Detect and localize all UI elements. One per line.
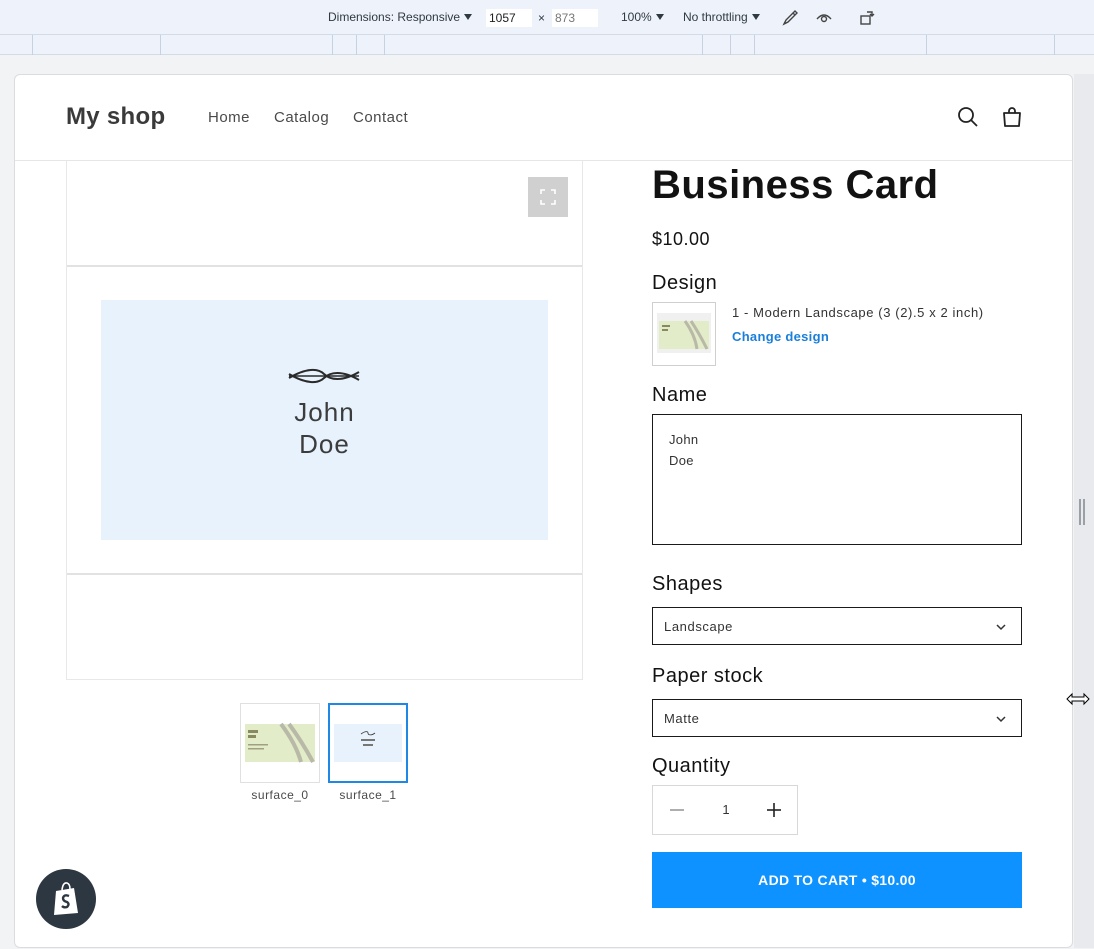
devtools-toolbar: Dimensions: Responsive × 100% No throttl…	[0, 0, 1094, 35]
name-line-1: John	[669, 432, 699, 447]
zoom-label: 100%	[621, 10, 652, 24]
card-line-1: John	[294, 397, 355, 427]
add-to-cart-button[interactable]: ADD TO CART • $10.00	[652, 852, 1022, 908]
plus-icon	[767, 803, 781, 817]
cart-icon[interactable]	[1000, 105, 1024, 129]
caret-down-icon	[751, 14, 760, 20]
design-label: Design	[652, 272, 718, 294]
width-input[interactable]	[486, 9, 532, 27]
card-name-text: John Doe	[101, 396, 548, 460]
caret-down-icon	[464, 14, 473, 20]
name-textarea[interactable]: John Doe	[652, 414, 1022, 545]
search-icon[interactable]	[956, 105, 980, 129]
thumbnail-surface-1[interactable]	[328, 703, 408, 783]
change-design-link[interactable]: Change design	[732, 329, 829, 344]
shopify-badge[interactable]	[36, 869, 96, 929]
product-media: John Doe	[66, 161, 583, 680]
quantity-increase-button[interactable]	[751, 786, 797, 834]
design-preview-image	[657, 313, 711, 353]
caret-down-icon	[655, 14, 664, 20]
card-line-2: Doe	[299, 429, 350, 459]
nav-contact[interactable]: Contact	[353, 109, 408, 126]
thumbnail-surface-0[interactable]	[240, 703, 320, 783]
viewport-resize-handle[interactable]	[1074, 74, 1094, 948]
device-viewport: My shop Home Catalog Contact John Doe su…	[14, 74, 1073, 948]
paper-stock-label: Paper stock	[652, 665, 764, 687]
design-name: 1 - Modern Landscape (3 (2).5 x 2 inch)	[732, 305, 984, 320]
quantity-stepper: 1	[652, 785, 798, 835]
product-title: Business Card	[652, 163, 939, 207]
nav-home[interactable]: Home	[208, 109, 250, 126]
throttling-dropdown[interactable]: No throttling	[683, 10, 760, 24]
thumbnail-image	[245, 722, 315, 763]
quantity-decrease-button[interactable]	[653, 786, 701, 834]
vision-eye-icon[interactable]	[815, 9, 833, 27]
shapes-label: Shapes	[652, 573, 723, 595]
times-symbol: ×	[538, 11, 546, 25]
paper-stock-value: Matte	[664, 711, 700, 726]
shop-logo[interactable]: My shop	[66, 103, 165, 131]
sensor-pen-icon[interactable]	[781, 9, 799, 27]
paper-stock-select[interactable]: Matte	[652, 699, 1022, 737]
dimensions-dropdown[interactable]: Dimensions: Responsive	[328, 10, 473, 24]
minus-icon	[670, 809, 684, 811]
product-price: $10.00	[652, 229, 711, 249]
name-label: Name	[652, 384, 708, 406]
design-thumbnail[interactable]	[652, 302, 716, 366]
quantity-label: Quantity	[652, 755, 731, 777]
shapes-value: Landscape	[664, 619, 734, 634]
thumbnail-label: surface_0	[251, 788, 309, 802]
business-card-preview: John Doe	[101, 300, 548, 540]
quantity-value[interactable]: 1	[701, 802, 751, 817]
zoom-dropdown[interactable]: 100%	[621, 10, 664, 24]
shopify-bag-icon	[54, 882, 78, 915]
dimensions-label: Dimensions: Responsive	[328, 10, 461, 24]
shop-header: My shop Home Catalog Contact	[15, 75, 1072, 161]
nav-catalog[interactable]: Catalog	[274, 109, 329, 126]
chevron-down-icon	[996, 624, 1006, 631]
media-query-ruler	[0, 35, 1094, 55]
thumbnail-image	[334, 724, 402, 762]
name-line-2: Doe	[669, 453, 694, 468]
height-input[interactable]	[552, 9, 598, 27]
throttling-label: No throttling	[683, 10, 748, 24]
resize-grip-icon	[1079, 499, 1085, 525]
chevron-down-icon	[996, 716, 1006, 723]
zoom-button[interactable]	[528, 177, 568, 217]
resize-cursor-icon	[1066, 692, 1090, 706]
rotate-device-icon[interactable]	[859, 9, 877, 27]
expand-icon	[540, 189, 556, 205]
surface-preview: John Doe	[67, 265, 582, 575]
shapes-select[interactable]: Landscape	[652, 607, 1022, 645]
card-logo-icon	[288, 368, 360, 384]
thumbnail-label: surface_1	[339, 788, 397, 802]
